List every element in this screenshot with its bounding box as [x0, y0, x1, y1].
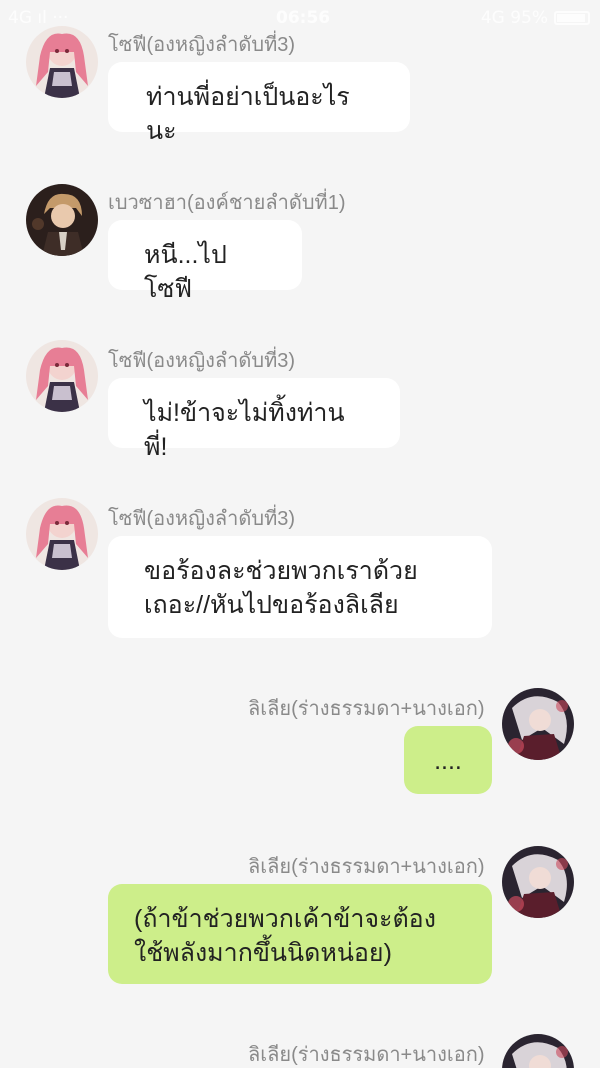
- message-text-line: ขอร้องละช่วยพวกเราด้วย: [144, 557, 418, 585]
- sender-name: โซฟี(องหญิงลำดับที่3): [108, 350, 296, 372]
- status-bar: 4G ıl ··· 06:56 4G 95%: [0, 0, 600, 38]
- clock: 06:56: [276, 8, 331, 28]
- battery-icon: [554, 11, 590, 25]
- message-bubble[interactable]: ไม่!ข้าจะไม่ทิ้งท่านพี่!: [108, 378, 400, 461]
- sender-name: โซฟี(องหญิงลำดับที่3): [108, 508, 296, 530]
- heroine-avatar[interactable]: [502, 1034, 574, 1068]
- heroine-avatar[interactable]: [502, 688, 574, 760]
- message-text: ไม่!ข้าจะไม่ทิ้งท่านพี่!: [144, 399, 345, 461]
- message-bubble[interactable]: (ถ้าข้าช่วยพวกเค้าข้าจะต้อง ใช้พลังมากขึ…: [108, 884, 492, 984]
- battery-status-text: 4G 95%: [480, 8, 548, 28]
- sender-name: ลิเลีย(ร่างธรรมดา+นางเอก): [248, 1044, 485, 1066]
- message-text: ....: [434, 747, 462, 775]
- prince-avatar[interactable]: [26, 184, 98, 256]
- princess-avatar[interactable]: [26, 498, 98, 570]
- sender-name: ลิเลีย(ร่างธรรมดา+นางเอก): [248, 856, 485, 878]
- status-right: 4G 95%: [481, 8, 590, 28]
- message-text: หนี...ไปโซฟี: [144, 241, 227, 303]
- message-bubble[interactable]: หนี...ไปโซฟี: [108, 220, 302, 303]
- signal-indicator: 4G ıl ···: [8, 8, 69, 28]
- heroine-avatar[interactable]: [502, 846, 574, 918]
- message-text-line: เถอะ//หันไปขอร้องลิเลีย: [144, 591, 399, 619]
- message-text: ท่านพี่อย่าเป็นอะไรนะ: [146, 83, 350, 145]
- message-bubble[interactable]: ขอร้องละช่วยพวกเราด้วย เถอะ//หันไปขอร้อง…: [108, 536, 492, 638]
- message-bubble[interactable]: ....: [404, 726, 492, 794]
- chat-thread: โซฟี(องหญิงลำดับที่3) ท่านพี่อย่าเป็นอะไ…: [0, 0, 600, 1068]
- princess-avatar[interactable]: [26, 340, 98, 412]
- sender-name: ลิเลีย(ร่างธรรมดา+นางเอก): [248, 698, 485, 720]
- sender-name: เบวซาฮา(องค์ชายลำดับที่1): [108, 192, 346, 214]
- message-text-line: (ถ้าข้าช่วยพวกเค้าข้าจะต้อง: [134, 905, 436, 933]
- message-bubble[interactable]: ท่านพี่อย่าเป็นอะไรนะ: [108, 62, 410, 145]
- message-text-line: ใช้พลังมากขึ้นนิดหน่อย): [134, 939, 392, 967]
